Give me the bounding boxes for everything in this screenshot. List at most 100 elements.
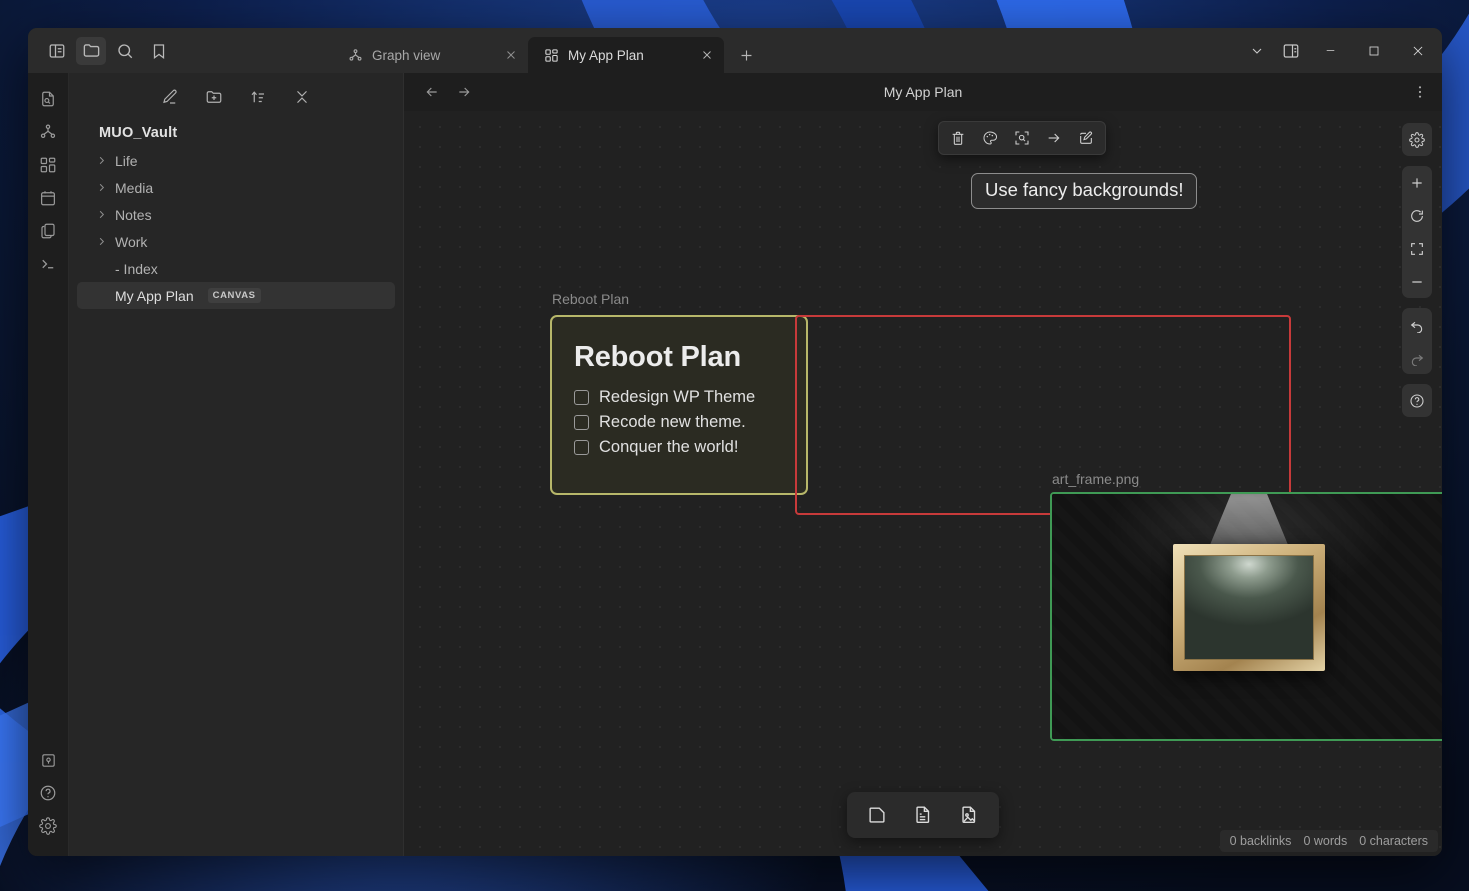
image-frame-canvas bbox=[1184, 555, 1314, 660]
reset-zoom-button[interactable] bbox=[1402, 199, 1432, 232]
tree-item-life[interactable]: Life bbox=[77, 147, 395, 174]
plus-icon bbox=[738, 47, 755, 64]
gear-icon bbox=[1409, 132, 1425, 148]
tab-my-app-plan[interactable]: My App Plan bbox=[528, 37, 724, 73]
zoom-to-selection-button[interactable] bbox=[1007, 125, 1037, 151]
canvas-zoom-group bbox=[1402, 166, 1432, 298]
new-tab-button[interactable] bbox=[730, 39, 762, 71]
checkbox-unchecked-icon[interactable] bbox=[574, 415, 589, 430]
navigate-back-button[interactable] bbox=[418, 78, 446, 106]
page-title: My App Plan bbox=[404, 84, 1442, 100]
chevron-right-icon bbox=[93, 155, 109, 166]
copy-icon bbox=[39, 222, 57, 240]
ribbon-settings[interactable] bbox=[33, 810, 63, 842]
minus-icon bbox=[1409, 274, 1425, 290]
chevron-right-icon bbox=[93, 209, 109, 220]
status-bar: 0 backlinks 0 words 0 characters bbox=[1220, 830, 1438, 852]
tab-label: My App Plan bbox=[568, 48, 691, 63]
file-explorer-button[interactable] bbox=[76, 37, 106, 65]
add-note-button[interactable] bbox=[905, 798, 941, 832]
edit-node-button[interactable] bbox=[1071, 125, 1101, 151]
todo-item[interactable]: Recode new theme. bbox=[574, 413, 786, 432]
add-card-button[interactable] bbox=[859, 798, 895, 832]
sidebar-icon bbox=[48, 42, 66, 60]
close-tab-button[interactable] bbox=[504, 48, 518, 62]
vault-icon bbox=[40, 752, 57, 769]
canvas-node-image[interactable] bbox=[1050, 492, 1442, 741]
close-button[interactable] bbox=[1396, 28, 1440, 73]
close-tab-button[interactable] bbox=[700, 48, 714, 62]
zoom-to-fit-icon bbox=[1014, 130, 1030, 146]
undo-button[interactable] bbox=[1402, 308, 1432, 341]
toggle-sidebar-button[interactable] bbox=[42, 37, 72, 65]
canvas-node-group-selected[interactable] bbox=[795, 315, 1291, 515]
search-button[interactable] bbox=[110, 37, 140, 65]
canvas-surface[interactable]: Use fancy backgrounds! Reboot Plan Reboo… bbox=[404, 111, 1442, 856]
titlebar-right-controls bbox=[1240, 28, 1442, 73]
add-image-button[interactable] bbox=[951, 798, 987, 832]
canvas-badge: CANVAS bbox=[208, 288, 261, 303]
node-color-button[interactable] bbox=[975, 125, 1005, 151]
graph-icon bbox=[348, 48, 363, 63]
minimize-icon bbox=[1324, 44, 1337, 57]
zoom-out-button[interactable] bbox=[1402, 265, 1432, 298]
ribbon-templates[interactable] bbox=[33, 215, 63, 247]
zoom-to-fit-button[interactable] bbox=[1402, 232, 1432, 265]
ribbon-help[interactable] bbox=[33, 777, 63, 809]
todo-label: Redesign WP Theme bbox=[599, 388, 755, 407]
maximize-button[interactable] bbox=[1352, 28, 1396, 73]
ribbon-open-vault[interactable] bbox=[33, 744, 63, 776]
todo-item[interactable]: Conquer the world! bbox=[574, 438, 786, 457]
canvas-node-card[interactable]: Reboot Plan Redesign WP Theme Recode new… bbox=[550, 315, 808, 495]
tree-item-index[interactable]: - Index bbox=[77, 255, 395, 282]
tree-item-media[interactable]: Media bbox=[77, 174, 395, 201]
checkbox-unchecked-icon[interactable] bbox=[574, 440, 589, 455]
redo-button[interactable] bbox=[1402, 341, 1432, 374]
folder-icon bbox=[82, 41, 101, 60]
new-note-button[interactable] bbox=[159, 86, 181, 108]
canvas-help-button[interactable] bbox=[1402, 384, 1432, 417]
ribbon-daily-note[interactable] bbox=[33, 182, 63, 214]
ribbon-terminal[interactable] bbox=[33, 248, 63, 280]
toggle-right-sidebar-button[interactable] bbox=[1274, 36, 1308, 66]
fit-icon bbox=[1409, 241, 1425, 257]
collapse-all-button[interactable] bbox=[291, 86, 313, 108]
vault-name: MUO_Vault bbox=[69, 113, 403, 147]
tab-list-button[interactable] bbox=[1240, 36, 1274, 66]
tree-item-my-app-plan[interactable]: My App Plan CANVAS bbox=[77, 282, 395, 309]
zoom-in-button[interactable] bbox=[1402, 166, 1432, 199]
minimize-button[interactable] bbox=[1308, 28, 1352, 73]
add-image-icon bbox=[958, 804, 980, 826]
terminal-icon bbox=[39, 255, 57, 273]
help-icon bbox=[39, 784, 57, 802]
view-nav-buttons bbox=[404, 78, 478, 106]
ribbon-canvas[interactable] bbox=[33, 149, 63, 181]
checkbox-unchecked-icon[interactable] bbox=[574, 390, 589, 405]
palette-icon bbox=[982, 130, 998, 146]
create-edge-button[interactable] bbox=[1039, 125, 1069, 151]
new-folder-button[interactable] bbox=[203, 86, 225, 108]
change-sort-order-button[interactable] bbox=[247, 86, 269, 108]
left-ribbon bbox=[28, 73, 69, 856]
delete-node-button[interactable] bbox=[943, 125, 973, 151]
undo-icon bbox=[1409, 317, 1425, 333]
ribbon-graph-view[interactable] bbox=[33, 116, 63, 148]
tree-item-work[interactable]: Work bbox=[77, 228, 395, 255]
ribbon-quick-switcher[interactable] bbox=[33, 83, 63, 115]
canvas-settings-button[interactable] bbox=[1402, 123, 1432, 156]
redo-icon bbox=[1409, 350, 1425, 366]
node-label-reboot-plan: Reboot Plan bbox=[552, 291, 629, 307]
todo-item[interactable]: Redesign WP Theme bbox=[574, 388, 786, 407]
arrow-right-icon bbox=[456, 84, 472, 100]
bookmarks-button[interactable] bbox=[144, 37, 174, 65]
chevron-down-icon bbox=[1249, 43, 1265, 59]
view-options-button[interactable] bbox=[1412, 84, 1428, 100]
navigate-forward-button[interactable] bbox=[450, 78, 478, 106]
edge-label[interactable]: Use fancy backgrounds! bbox=[971, 173, 1197, 209]
tab-graph-view[interactable]: Graph view bbox=[332, 37, 528, 73]
tree-item-notes[interactable]: Notes bbox=[77, 201, 395, 228]
todo-label: Conquer the world! bbox=[599, 438, 738, 457]
arrow-left-icon bbox=[424, 84, 440, 100]
tab-strip: Graph view My App Plan bbox=[332, 28, 762, 73]
sort-icon bbox=[249, 88, 267, 106]
